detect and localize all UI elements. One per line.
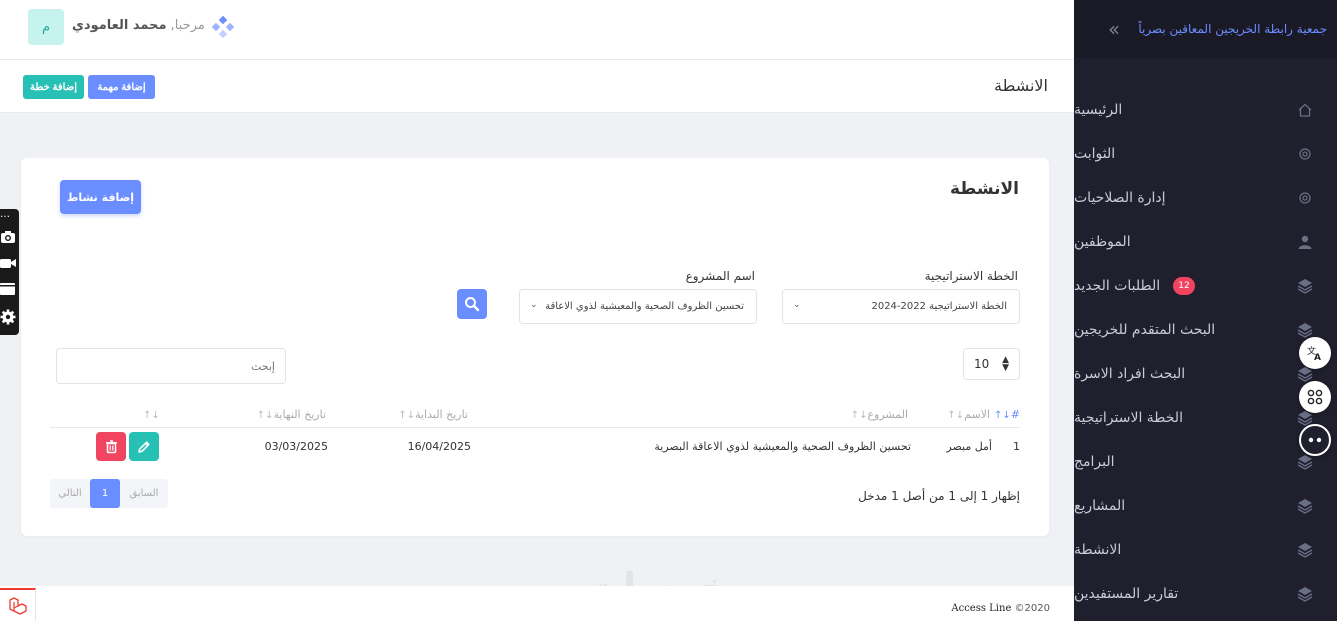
edit-button[interactable] [129, 432, 159, 461]
add-task-button[interactable]: إضافة مهمة [88, 75, 155, 99]
column-start-date[interactable]: تاريخ البداية↓↑ [398, 408, 468, 421]
project-filter-label: اسم المشروع [685, 269, 755, 283]
page-length-select[interactable]: 10 ▲ ▼ [963, 348, 1020, 380]
sidebar-item-beneficiary-reports[interactable]: تقارير المستفيدين [1074, 572, 1337, 616]
sub-header: الانشطة إضافة مهمة إضافة خطة [0, 60, 1074, 113]
activities-card: الانشطة إضافة نشاط الخطة الاستراتيجية ال… [21, 158, 1049, 536]
chevron-down-icon: ⌄ [793, 300, 801, 310]
delete-button[interactable] [96, 432, 126, 461]
plan-select[interactable]: الخطة الاستراتيجية 2022-2024 ⌄ [782, 289, 1020, 324]
sidebar-item-employees[interactable]: الموظفين [1074, 220, 1337, 264]
table-info: إظهار 1 إلى 1 من أصل 1 مدخل [858, 489, 1020, 503]
sidebar-item-advanced-search[interactable]: البحث المتقدم للخريجين [1074, 308, 1337, 352]
sidebar-item-programs[interactable]: البرامج [1074, 440, 1337, 484]
page-length-value: 10 [974, 357, 990, 371]
translate-icon[interactable]: 文A [1299, 337, 1331, 369]
sidebar-item-activities[interactable]: الانشطة [1074, 528, 1337, 572]
assistant-bot-icon[interactable] [1299, 424, 1331, 456]
page-title: الانشطة [994, 76, 1048, 95]
plan-select-value: الخطة الاستراتيجية 2022-2024 [871, 301, 1007, 312]
row-end-date: 03/03/2025 [264, 440, 328, 453]
sidebar: ‹‹ جمعية رابطة الخريجين المعاقين بصرياً … [1074, 0, 1337, 621]
footer-brand: Access Line [951, 603, 1012, 614]
sidebar-menu: الرئيسية الثوابت إدارة الصلاحيات الموظفي… [1074, 88, 1337, 616]
trash-icon [105, 439, 117, 453]
column-name[interactable]: الاسم↓↑ [947, 408, 990, 421]
pagination: التالي 1 السابق [50, 479, 168, 508]
sidebar-item-projects[interactable]: المشاريع [1074, 484, 1337, 528]
project-select-value: تحسين الظروف الصحية والمعيشية لذوي الاعا… [545, 301, 744, 312]
user-icon [1295, 232, 1315, 252]
add-plan-button[interactable]: إضافة خطة [23, 75, 84, 99]
footer: Access Line ©2020 [0, 586, 1074, 621]
row-num: 1 [1013, 440, 1020, 453]
layers-icon [1295, 496, 1315, 516]
search-icon [465, 297, 480, 312]
sidebar-brand[interactable]: جمعية رابطة الخريجين المعاقين بصرياً [1138, 22, 1327, 36]
gear-icon[interactable] [0, 309, 16, 325]
layers-icon [1295, 584, 1315, 604]
row-project: تحسين الظروف الصحية والمعيشية لذوي الاعا… [654, 440, 911, 453]
chevron-down-icon: ⌄ [530, 300, 538, 310]
sidebar-item-home[interactable]: الرئيسية [1074, 88, 1337, 132]
column-actions[interactable]: ↓↑ [143, 408, 160, 421]
pagination-next[interactable]: التالي [50, 479, 90, 508]
top-header: م مرحبا, محمد العامودي [0, 0, 1074, 60]
copyright: Access Line ©2020 [943, 603, 1050, 614]
video-icon[interactable] [0, 255, 16, 271]
apps-grid-icon[interactable] [1299, 381, 1331, 413]
laravel-logo-icon[interactable] [0, 588, 36, 621]
notification-badge: 12 [1173, 277, 1195, 295]
table-header-row: #↓↑ الاسم↓↑ المشروع↓↑ تاريخ البداية↓↑ تا… [50, 402, 1020, 428]
copyright-year: ©2020 [1014, 603, 1050, 614]
user-name[interactable]: محمد العامودي [72, 18, 167, 33]
screen-tools-toolbar: … [0, 209, 19, 335]
pagination-page-1[interactable]: 1 [90, 479, 120, 508]
table-row: 1 أمل مبصر تحسين الظروف الصحية والمعيشية… [50, 428, 1020, 464]
sidebar-header: ‹‹ جمعية رابطة الخريجين المعاقين بصرياً [1074, 0, 1337, 58]
sort-arrows-icon: ▲ ▼ [1002, 355, 1009, 373]
logo-icon [212, 16, 234, 38]
column-num[interactable]: #↓↑ [994, 408, 1020, 421]
search-button[interactable] [457, 289, 487, 319]
more-icon[interactable]: … [0, 209, 10, 220]
row-start-date: 16/04/2025 [407, 440, 471, 453]
gear-icon [1295, 144, 1315, 164]
collapse-chevron-icon[interactable]: ‹‹ [1108, 17, 1120, 41]
welcome-text: مرحبا, محمد العامودي [72, 18, 205, 33]
sidebar-item-constants[interactable]: الثوابت [1074, 132, 1337, 176]
sidebar-item-strategic-plan[interactable]: الخطة الاستراتيجية [1074, 396, 1337, 440]
activities-table: #↓↑ الاسم↓↑ المشروع↓↑ تاريخ البداية↓↑ تا… [50, 402, 1020, 464]
sidebar-item-new-requests[interactable]: الطلبات الجديد 12 [1074, 264, 1337, 308]
column-end-date[interactable]: تاريخ النهاية↓↑ [257, 408, 326, 421]
layers-icon [1295, 276, 1315, 296]
plan-filter-label: الخطة الاستراتيجية [924, 269, 1018, 283]
column-project[interactable]: المشروع↓↑ [851, 408, 908, 421]
sidebar-item-permissions[interactable]: إدارة الصلاحيات [1074, 176, 1337, 220]
row-name: أمل مبصر [946, 440, 992, 453]
window-icon[interactable] [0, 281, 16, 297]
home-icon [1295, 100, 1315, 120]
gear-icon [1295, 188, 1315, 208]
sidebar-item-family-search[interactable]: البحث افراد الاسرة [1074, 352, 1337, 396]
avatar[interactable]: م [28, 9, 64, 45]
pencil-icon [138, 440, 150, 453]
add-activity-button[interactable]: إضافة نشاط [60, 180, 141, 214]
layers-icon [1295, 540, 1315, 560]
project-select[interactable]: تحسين الظروف الصحية والمعيشية لذوي الاعا… [519, 289, 757, 324]
camera-icon[interactable] [0, 229, 16, 245]
welcome-greeting: مرحبا, [170, 18, 205, 33]
search-input[interactable] [56, 348, 286, 384]
card-title: الانشطة [949, 179, 1019, 199]
svg-text:A: A [1314, 353, 1321, 361]
pagination-prev[interactable]: السابق [120, 479, 168, 508]
